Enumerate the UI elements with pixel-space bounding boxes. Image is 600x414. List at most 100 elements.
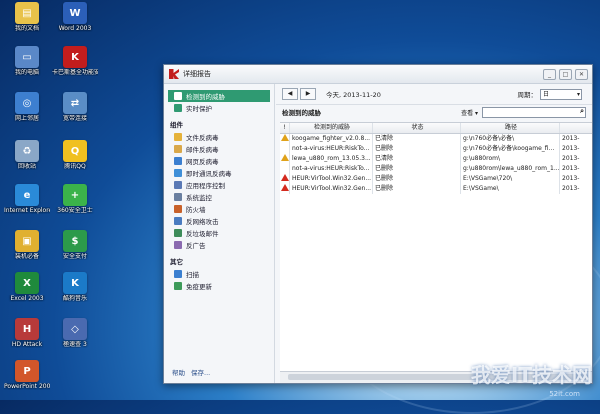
desktop-icon[interactable]: ▣ 装机必备 <box>4 230 50 260</box>
window-titlebar[interactable]: 详细报告 _ □ ✕ <box>164 65 592 84</box>
desktop-icon[interactable]: K 酷狗音乐 <box>52 272 98 302</box>
time-cell: 2013- <box>562 155 580 162</box>
desktop-icon-label: 装机必备 <box>14 253 39 260</box>
sidebar-item-label: 即时通讯反病毒 <box>186 170 232 178</box>
desktop-icon[interactable]: ◇ 極速查 3 <box>52 318 98 348</box>
sidebar-item-label: 应用程序控制 <box>186 182 225 190</box>
search-icon: ⌕ <box>580 106 584 115</box>
app-icon: ♻ <box>15 140 39 162</box>
column-header-status[interactable]: 状态 <box>373 123 461 133</box>
sidebar-item-label: 实时保护 <box>186 105 212 113</box>
column-header-severity[interactable]: ! <box>280 123 290 133</box>
table-row[interactable]: not-a-virus:HEUR:RiskTo... 已删除 g:\n760必备\必… <box>280 144 592 154</box>
sidebar-item[interactable]: 扫描 <box>164 268 274 280</box>
sidebar-item[interactable]: 系统监控 <box>164 191 274 203</box>
sidebar-item-label: 系统监控 <box>186 194 212 202</box>
sidebar-item-label: 反垃圾邮件 <box>186 230 219 238</box>
view-dropdown[interactable]: 查看 ▾ <box>461 108 478 117</box>
sidebar: 检测到的威胁 实时保护 组件 文件反病毒 邮件反病毒 网页反病毒 即时通讯反病毒 应用程… <box>164 84 275 383</box>
sidebar-item[interactable]: 反广告 <box>164 239 274 251</box>
threat-cell: HEUR:VirTool.Win32.Gen... <box>292 174 373 184</box>
column-header-threat[interactable]: 检测到的威胁 <box>290 123 373 133</box>
desktop-icon-label: 酷狗音乐 <box>62 295 87 302</box>
save-link[interactable]: 保存... <box>191 367 210 377</box>
period-select[interactable]: 日 <box>540 88 582 100</box>
desktop-icon[interactable]: ♻ 回收站 <box>4 140 50 170</box>
detailed-report-window: 详细报告 _ □ ✕ 检测到的威胁 实时保护 组件 文件反病毒 邮件反病毒 网页反病… <box>163 64 593 384</box>
main-panel: ◀ ▶ 今天, 2013-11-20 周期： 日 检测到的威胁 查看 ▾ ⌕ !… <box>276 84 592 383</box>
app-icon: ◇ <box>63 318 87 340</box>
table-row[interactable]: not-a-virus:HEUR:RiskTo... 已删除 g:\u880rom\… <box>280 164 592 174</box>
current-date: 今天, 2013-11-20 <box>326 91 381 99</box>
minimize-button[interactable]: _ <box>543 68 556 80</box>
sidebar-item[interactable]: 免疫更新 <box>164 280 274 292</box>
table-row[interactable]: HEUR:VirTool.Win32.Gen... 已删除 E:\VSGame\ 20… <box>280 184 592 194</box>
desktop-icon-label: PowerPoint 2003 <box>4 383 50 390</box>
desktop-icon-label: 安全支付 <box>62 253 87 260</box>
path-cell: E:\VSGame\ <box>461 184 560 194</box>
component-icon <box>174 133 182 141</box>
maximize-button[interactable]: □ <box>559 68 572 80</box>
sidebar-item-label: 免疫更新 <box>186 283 212 291</box>
table-row[interactable]: koogame_fighter_v2.0.8... 已清除 g:\n760必备\必备… <box>280 134 592 144</box>
table-row[interactable]: HEUR:VirTool.Win32.Gen... 已删除 E:\VSGame\72… <box>280 174 592 184</box>
severity-cell <box>280 184 290 194</box>
warning-icon <box>280 184 289 191</box>
sidebar-item-label: 网页反病毒 <box>186 158 219 166</box>
desktop-icon[interactable]: e Internet Explorer <box>4 184 50 214</box>
status-cell: 已删除 <box>373 174 461 184</box>
severity-cell <box>280 174 290 184</box>
desktop-icon-label: 宽带连接 <box>62 115 87 122</box>
back-button[interactable]: ◀ <box>282 88 298 100</box>
time-cell: 2013- <box>562 165 580 172</box>
desktop-icon[interactable]: W Word 2003 <box>52 2 98 32</box>
desktop-icon[interactable]: +360安全卫士 <box>52 184 98 214</box>
app-icon: Q <box>63 140 87 162</box>
desktop-icon[interactable]: $ 安全支付 <box>52 230 98 260</box>
sidebar-item[interactable]: 反垃圾邮件 <box>164 227 274 239</box>
desktop-icon-label: 腾讯QQ <box>64 163 86 170</box>
table-row[interactable]: lewa_u880_rom_13.05.3... 已清除 g:\u880rom\ 20… <box>280 154 592 164</box>
sidebar-item-detected-threats[interactable]: 检测到的威胁 <box>168 90 270 102</box>
sidebar-item[interactable]: 邮件反病毒 <box>164 143 274 155</box>
desktop-icon[interactable]: Q 腾讯QQ <box>52 140 98 170</box>
desktop-icon-label: HD Attack <box>11 341 43 348</box>
sidebar-item[interactable]: 反网络攻击 <box>164 215 274 227</box>
search-input[interactable]: ⌕ <box>482 106 586 118</box>
desktop-icon[interactable]: ▭ 我的电脑 <box>4 46 50 76</box>
desktop-icon[interactable]: ⇄ 宽带连接 <box>52 92 98 122</box>
desktop-icon[interactable]: ◎ 网上邻居 <box>4 92 50 122</box>
desktop-icon-label: 卡巴斯基全功能安全软件 2013 <box>52 69 98 76</box>
desktop-icon[interactable]: H HD Attack <box>4 318 50 348</box>
period-label: 周期： <box>517 91 538 99</box>
sidebar-item-label: 检测到的威胁 <box>186 93 225 101</box>
component-icon <box>174 157 182 165</box>
help-link[interactable]: 帮助 <box>172 367 185 377</box>
path-cell: g:\u880rom\ <box>461 154 560 164</box>
desktop-icon[interactable]: ▤ 我的文档 <box>4 2 50 32</box>
component-icon <box>174 181 182 189</box>
column-header-path[interactable]: 路径 <box>461 123 560 133</box>
column-header-time[interactable] <box>560 123 592 133</box>
forward-button[interactable]: ▶ <box>300 88 316 100</box>
desktop-icon[interactable]: X Excel 2003 <box>4 272 50 302</box>
desktop-icon[interactable]: K卡巴斯基全功能安全软件 2013 <box>52 46 98 76</box>
sidebar-item-realtime-protection[interactable]: 实时保护 <box>164 102 274 114</box>
threat-cell: HEUR:VirTool.Win32.Gen... <box>292 184 373 194</box>
desktop-icon-label: 我的文档 <box>14 25 39 32</box>
path-cell: g:\u880rom\lewa_u880_rom_1... <box>463 164 560 174</box>
close-button[interactable]: ✕ <box>575 68 588 80</box>
component-icon <box>174 145 182 153</box>
shield-icon <box>174 92 182 100</box>
sidebar-item[interactable]: 即时通讯反病毒 <box>164 167 274 179</box>
severity-cell <box>280 144 290 154</box>
sidebar-item[interactable]: 应用程序控制 <box>164 179 274 191</box>
status-cell: 已清除 <box>373 134 461 144</box>
sidebar-item[interactable]: 防火墙 <box>164 203 274 215</box>
component-icon <box>174 217 182 225</box>
sidebar-item[interactable]: 网页反病毒 <box>164 155 274 167</box>
time-cell: 2013- <box>562 175 580 182</box>
warning-icon <box>280 174 289 181</box>
sidebar-item[interactable]: 文件反病毒 <box>164 131 274 143</box>
desktop-icon[interactable]: P PowerPoint 2003 <box>4 360 50 390</box>
